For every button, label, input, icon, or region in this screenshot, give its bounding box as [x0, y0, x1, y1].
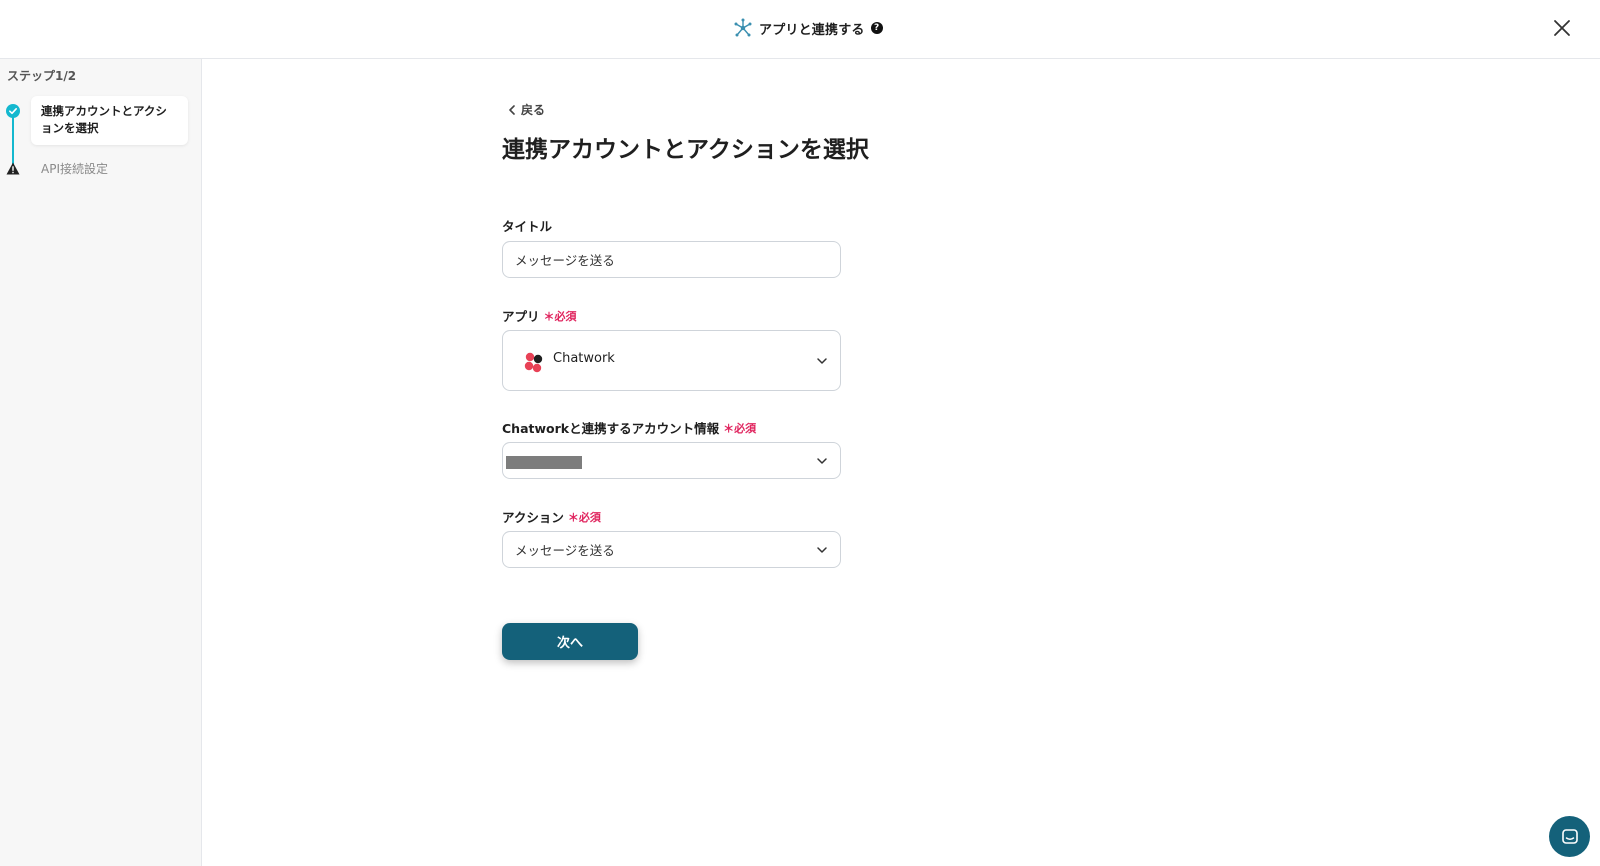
action-select-value: メッセージを送る	[515, 543, 615, 558]
app-select[interactable]: Chatwork	[502, 330, 841, 391]
required-badge: ＊必須	[567, 510, 601, 524]
title-field-label: タイトル	[502, 216, 552, 235]
next-button[interactable]: 次へ	[502, 623, 638, 660]
action-select[interactable]: メッセージを送る	[502, 531, 841, 568]
chevron-left-icon	[509, 104, 515, 115]
back-link[interactable]: 戻る	[508, 101, 545, 118]
network-icon	[734, 18, 752, 37]
action-field-label: アクション ＊必須	[502, 507, 601, 526]
action-label: アクション	[502, 510, 564, 525]
step-counter: ステップ1/2	[7, 69, 77, 83]
chat-icon	[1561, 828, 1578, 844]
close-icon	[1554, 20, 1570, 36]
page-title: 連携アカウントとアクションを選択	[502, 137, 869, 163]
app-select-value: Chatwork	[553, 351, 615, 366]
close-button[interactable]	[1550, 16, 1574, 40]
redacted-account-name	[506, 456, 582, 469]
chevron-down-icon	[817, 357, 827, 364]
warning-icon	[6, 162, 20, 175]
account-select[interactable]	[502, 442, 841, 479]
support-chat-button[interactable]	[1549, 816, 1590, 857]
top-bar: アプリと連携する ?	[0, 0, 1600, 59]
step-item-select-account[interactable]: 連携アカウントとアクションを選択	[31, 96, 188, 145]
chevron-down-icon	[817, 457, 827, 464]
required-badge: ＊必須	[723, 421, 757, 435]
chatwork-logo-icon	[524, 352, 543, 373]
header-title-group: アプリと連携する ?	[733, 16, 883, 40]
app-label: アプリ	[502, 309, 540, 324]
check-circle-icon	[6, 104, 20, 118]
title-input-value: メッセージを送る	[515, 253, 615, 268]
step-progress-line	[12, 112, 14, 166]
app-field-label: アプリ ＊必須	[502, 306, 577, 325]
header-title: アプリと連携する	[759, 22, 865, 38]
chevron-down-icon	[817, 546, 827, 553]
required-badge: ＊必須	[543, 309, 577, 323]
step-label: 連携アカウントとアクションを選択	[41, 104, 167, 135]
title-input[interactable]: メッセージを送る	[502, 241, 841, 278]
help-icon[interactable]: ?	[870, 22, 883, 34]
account-label: Chatworkと連携するアカウント情報	[502, 421, 720, 436]
back-label: 戻る	[521, 103, 546, 117]
account-field-label: Chatworkと連携するアカウント情報 ＊必須	[502, 418, 756, 437]
title-label: タイトル	[502, 219, 553, 234]
step-item-api-settings[interactable]: API接続設定	[41, 160, 108, 177]
steps-sidebar: ステップ1/2 連携アカウントとアクションを選択 API接続設定	[0, 59, 202, 866]
